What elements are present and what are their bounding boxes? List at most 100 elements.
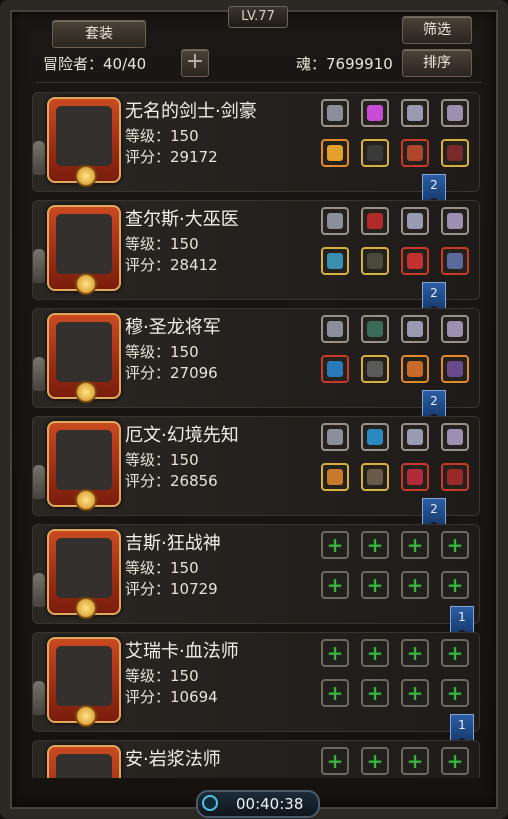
equipment-slot[interactable]: + (321, 679, 349, 707)
accessory-slot[interactable] (441, 423, 469, 451)
hero-name: 无名的剑士·剑豪 (125, 101, 257, 122)
hero-portrait[interactable] (47, 637, 121, 727)
equipment-icon (447, 321, 463, 337)
accessory-slot[interactable]: + (321, 747, 349, 775)
rank-emblem-icon (75, 165, 97, 187)
accessory-slot[interactable]: + (401, 639, 429, 667)
accessory-slot[interactable]: + (401, 747, 429, 775)
equipment-slot[interactable]: + (401, 571, 429, 599)
equipment-slot[interactable]: + (321, 571, 349, 599)
equipment-icon (327, 213, 343, 229)
equipment-slot[interactable] (361, 355, 389, 383)
add-equipment-icon: + (406, 573, 424, 597)
accessory-slot[interactable] (401, 423, 429, 451)
equipment-icon (367, 361, 383, 377)
adventurer-count: 冒险者：40/40 (43, 55, 147, 73)
accessory-slot[interactable]: + (361, 639, 389, 667)
accessory-slot[interactable]: + (441, 747, 469, 775)
accessory-slot[interactable] (321, 423, 349, 451)
equipment-slot[interactable] (441, 463, 469, 491)
equipment-slot[interactable] (361, 139, 389, 167)
add-equipment-icon: + (326, 681, 344, 705)
accessory-slot[interactable]: + (441, 531, 469, 559)
hero-face-icon (56, 214, 112, 274)
hero-card[interactable]: 厄文·幻境先知 等级：150 评分：26856 (32, 416, 480, 516)
equipment-icon (407, 253, 423, 269)
statue-icon (33, 141, 45, 175)
rank-emblem-icon (75, 381, 97, 403)
accessory-slot[interactable] (401, 207, 429, 235)
equipment-slot[interactable] (401, 463, 429, 491)
statue-icon (33, 681, 45, 715)
hero-face-icon (56, 646, 112, 706)
rank-emblem-icon (75, 597, 97, 619)
equipment-slot[interactable] (441, 247, 469, 275)
accessory-slot[interactable] (361, 99, 389, 127)
accessory-slot[interactable] (401, 315, 429, 343)
hero-portrait[interactable] (47, 745, 121, 778)
equipment-icon (447, 145, 463, 161)
sort-button[interactable]: 排序 (402, 49, 472, 77)
statue-icon (33, 357, 45, 391)
equipment-slot[interactable] (321, 247, 349, 275)
accessory-slot[interactable] (361, 423, 389, 451)
filter-button[interactable]: 筛选 (402, 16, 472, 44)
equipment-slot[interactable] (321, 355, 349, 383)
accessory-slot[interactable] (441, 315, 469, 343)
accessory-slot[interactable]: + (361, 531, 389, 559)
accessory-slot[interactable]: + (321, 531, 349, 559)
accessory-slot[interactable] (361, 207, 389, 235)
equipment-slot[interactable]: + (441, 571, 469, 599)
add-equipment-icon: + (446, 681, 464, 705)
equipment-slot[interactable]: + (401, 679, 429, 707)
hero-score: 评分：28412 (125, 256, 218, 274)
equipment-slot[interactable]: + (361, 571, 389, 599)
equipment-slot[interactable] (321, 139, 349, 167)
equipment-slot[interactable] (441, 355, 469, 383)
equipment-icon (407, 145, 423, 161)
hero-portrait[interactable] (47, 421, 121, 511)
equipment-slot[interactable]: + (441, 679, 469, 707)
accessory-slot[interactable]: + (321, 639, 349, 667)
equipment-icon (447, 105, 463, 121)
accessory-slot[interactable] (401, 99, 429, 127)
add-equipment-icon: + (326, 641, 344, 665)
accessory-slot[interactable] (441, 99, 469, 127)
accessory-slot[interactable]: + (361, 747, 389, 775)
hero-portrait[interactable] (47, 97, 121, 187)
equipment-icon (327, 105, 343, 121)
accessory-slot[interactable] (321, 315, 349, 343)
equipment-slot[interactable] (361, 463, 389, 491)
accessory-slot[interactable] (321, 99, 349, 127)
hero-portrait[interactable] (47, 529, 121, 619)
accessory-slot[interactable] (321, 207, 349, 235)
suit-button[interactable]: 套装 (52, 20, 146, 48)
add-adventurer-button[interactable]: + (181, 49, 209, 77)
hero-portrait[interactable] (47, 313, 121, 403)
add-equipment-icon: + (326, 533, 344, 557)
accessory-slot[interactable]: + (441, 639, 469, 667)
hero-card[interactable]: 穆·圣龙将军 等级：150 评分：27096 (32, 308, 480, 408)
equipment-slot[interactable]: + (361, 679, 389, 707)
accessory-slot[interactable] (361, 315, 389, 343)
equipment-slot[interactable] (361, 247, 389, 275)
hero-card[interactable]: 无名的剑士·剑豪 等级：150 评分：29172 (32, 92, 480, 192)
add-equipment-icon: + (446, 533, 464, 557)
accessory-slot[interactable]: + (401, 531, 429, 559)
hero-card[interactable]: 查尔斯·大巫医 等级：150 评分：28412 (32, 200, 480, 300)
hero-face-icon (56, 430, 112, 490)
hero-list[interactable]: 无名的剑士·剑豪 等级：150 评分：29172 2 查尔斯·大巫医 等级：150 评分：2… (30, 88, 482, 778)
equipment-slot[interactable] (321, 463, 349, 491)
equipment-icon (447, 469, 463, 485)
accessory-slot[interactable] (441, 207, 469, 235)
hero-card[interactable]: 吉斯·狂战神 等级：150 评分：10729 + + + + + + + + (32, 524, 480, 624)
equipment-slot[interactable] (401, 247, 429, 275)
equipment-slot[interactable] (401, 355, 429, 383)
hero-card[interactable]: 艾瑞卡·血法师 等级：150 评分：10694 + + + + + + + + (32, 632, 480, 732)
hero-portrait[interactable] (47, 205, 121, 295)
equipment-slot[interactable] (401, 139, 429, 167)
equipment-slot[interactable] (441, 139, 469, 167)
hero-name: 安·岩浆法师 (125, 749, 221, 770)
hero-card[interactable]: 安·岩浆法师 + + + + (32, 740, 480, 778)
equipment-icon (367, 469, 383, 485)
